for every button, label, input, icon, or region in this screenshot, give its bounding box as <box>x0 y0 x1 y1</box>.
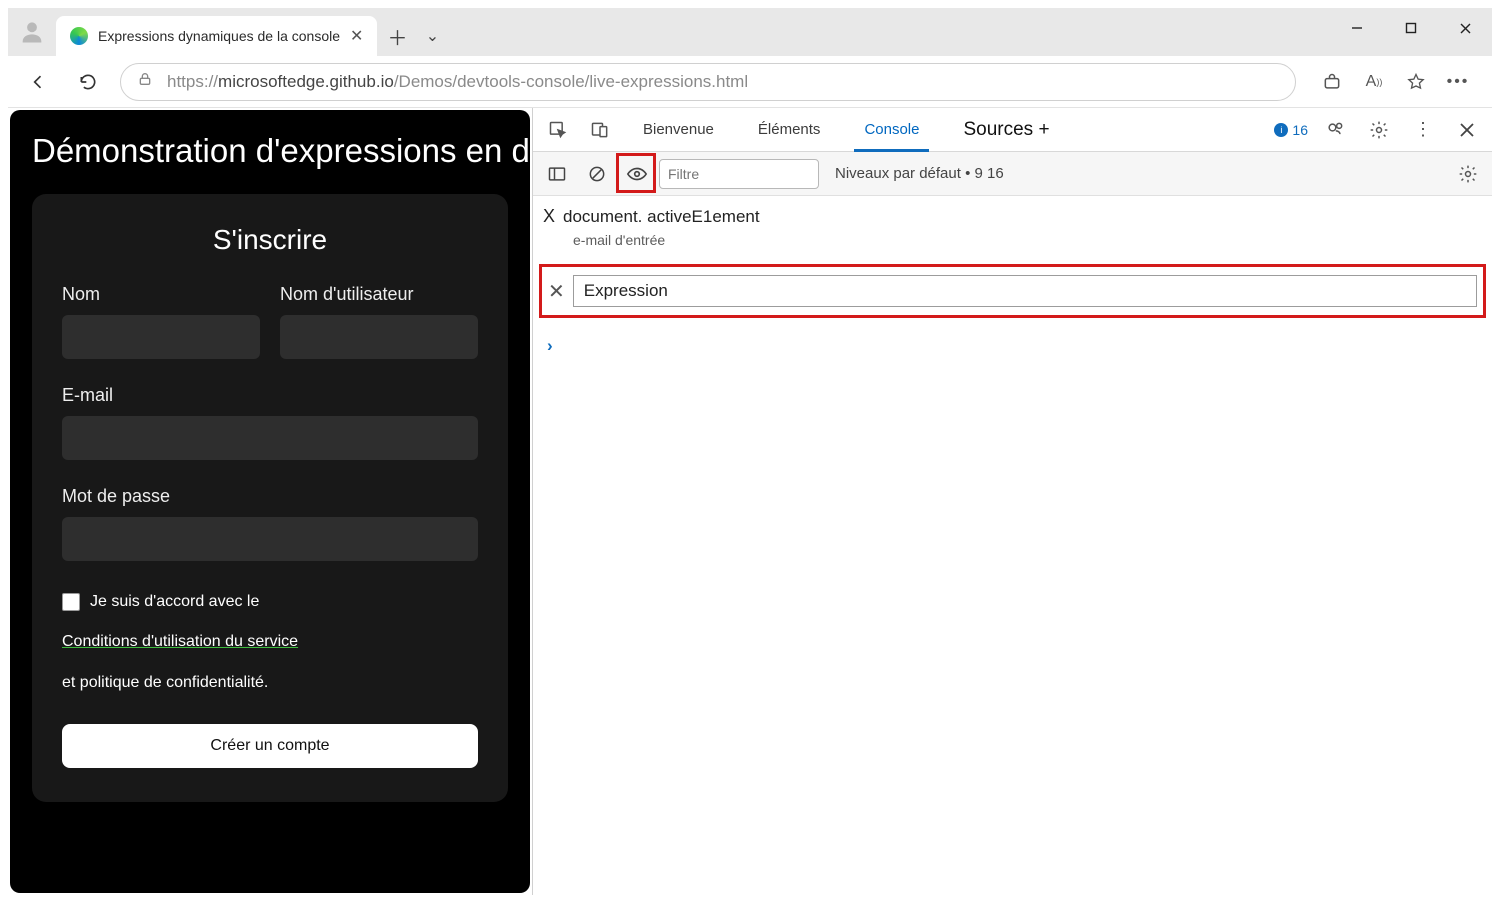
input-name[interactable] <box>62 315 260 359</box>
address-bar: https://microsoftedge.github.io/Demos/de… <box>8 56 1492 108</box>
device-toggle-icon[interactable] <box>583 113 617 147</box>
tab-welcome[interactable]: Bienvenue <box>625 108 732 152</box>
console-toolbar: top Niveaux par défaut • 9 16 <box>533 152 1492 196</box>
page-content: Démonstration d'expressions en direct S'… <box>10 110 530 893</box>
clear-console-icon[interactable] <box>579 156 615 192</box>
devtools-tabbar: Bienvenue Éléments Console Sources + i 1… <box>533 108 1492 152</box>
minimize-button[interactable] <box>1330 8 1384 48</box>
expression-input-block: ✕ <box>539 264 1486 318</box>
console-prompt[interactable]: › <box>533 324 1492 368</box>
signup-title: S'inscrire <box>62 224 478 256</box>
label-username: Nom d'utilisateur <box>280 284 478 305</box>
new-tab-button[interactable]: ＋ <box>377 16 417 56</box>
expression-input[interactable] <box>573 275 1477 307</box>
sidebar-toggle-icon[interactable] <box>539 156 575 192</box>
agree-text-prefix: Je suis d'accord avec le <box>90 587 259 617</box>
console-settings-gear-icon[interactable] <box>1450 156 1486 192</box>
agree-text-suffix: et politique de confidentialité. <box>62 668 478 698</box>
input-email[interactable] <box>62 416 478 460</box>
signup-card: S'inscrire Nom Nom d'utilisateur E-mail … <box>32 194 508 802</box>
devtools-panel: Bienvenue Éléments Console Sources + i 1… <box>532 108 1492 895</box>
live-expression-eye-button[interactable] <box>619 156 655 192</box>
tab-title: Expressions dynamiques de la console <box>98 28 340 44</box>
window-controls <box>1330 8 1492 48</box>
live-expression-value: e-mail d'entrée <box>533 232 1492 258</box>
remove-expression-icon[interactable]: ✕ <box>548 279 565 304</box>
browser-tab[interactable]: Expressions dynamiques de la console ✕ <box>56 16 377 56</box>
refresh-button[interactable] <box>70 64 106 100</box>
lock-icon <box>137 71 153 92</box>
more-menu-icon[interactable]: ••• <box>1444 68 1472 96</box>
close-devtools-icon[interactable] <box>1450 113 1484 147</box>
label-email: E-mail <box>62 385 478 406</box>
live-expression-code: document. activeE1ement <box>563 207 760 227</box>
favorite-star-icon[interactable] <box>1402 68 1430 96</box>
edge-logo-icon <box>70 27 88 45</box>
agree-checkbox[interactable] <box>62 593 80 611</box>
read-aloud-icon[interactable]: A)) <box>1360 68 1388 96</box>
tab-menu-caret-icon[interactable]: ⌄ <box>417 16 447 56</box>
page-heading: Démonstration d'expressions en direct <box>32 132 508 170</box>
input-username[interactable] <box>280 315 478 359</box>
issue-dot-icon: i <box>1274 123 1288 137</box>
window-titlebar: Expressions dynamiques de la console ✕ ＋… <box>8 8 1492 56</box>
more-vertical-icon[interactable]: ⋮ <box>1406 113 1440 147</box>
shopping-icon[interactable] <box>1318 68 1346 96</box>
inspect-element-icon[interactable] <box>541 113 575 147</box>
issues-count: 16 <box>1292 122 1308 138</box>
tab-sources[interactable]: Sources + <box>945 108 1067 152</box>
remove-live-expression-icon[interactable]: X <box>543 206 555 227</box>
url-input[interactable]: https://microsoftedge.github.io/Demos/de… <box>120 63 1296 101</box>
close-window-button[interactable] <box>1438 8 1492 48</box>
settings-gear-icon[interactable] <box>1362 113 1396 147</box>
input-password[interactable] <box>62 517 478 561</box>
tab-close-icon[interactable]: ✕ <box>350 26 363 46</box>
tab-elements[interactable]: Éléments <box>740 108 839 152</box>
label-name: Nom <box>62 284 260 305</box>
profile-avatar[interactable] <box>8 8 56 56</box>
tab-console[interactable]: Console <box>846 108 937 152</box>
tos-link[interactable]: Conditions d'utilisation du service <box>62 627 298 657</box>
issues-badge[interactable]: i 16 <box>1274 122 1308 138</box>
url-text: https://microsoftedge.github.io/Demos/de… <box>167 72 748 92</box>
label-password: Mot de passe <box>62 486 478 507</box>
feedback-icon[interactable] <box>1318 113 1352 147</box>
live-expression-row[interactable]: X document. activeE1ement <box>533 196 1492 232</box>
create-account-button[interactable]: Créer un compte <box>62 724 478 768</box>
back-button[interactable] <box>20 64 56 100</box>
maximize-button[interactable] <box>1384 8 1438 48</box>
console-filter-input[interactable] <box>659 159 819 189</box>
log-levels-label[interactable]: Niveaux par défaut • 9 16 <box>835 165 1004 182</box>
